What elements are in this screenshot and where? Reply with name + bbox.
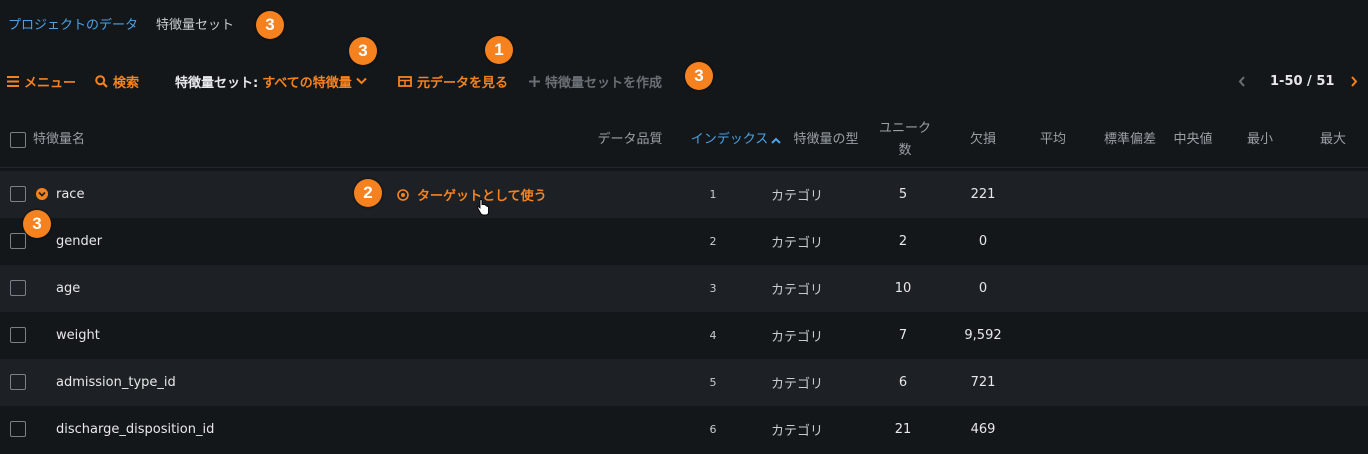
plus-icon <box>529 75 540 87</box>
breadcrumb-feature-set: 特徴量セット <box>156 17 235 33</box>
hand-cursor-icon <box>476 199 490 220</box>
table-row[interactable]: admission_type_id 5 カテゴリ 6 721 <box>0 359 1368 406</box>
search-label: 検索 <box>113 75 140 91</box>
featureset-value: すべての特徴量 <box>262 75 352 91</box>
column-header-std[interactable]: 標準偏差 <box>1092 112 1168 168</box>
callout-badge-3: 3 <box>349 37 377 65</box>
feature-name[interactable]: race <box>56 171 84 218</box>
column-header-median[interactable]: 中央値 <box>1165 112 1221 168</box>
table-row[interactable]: weight 4 カテゴリ 7 9,592 <box>0 312 1368 359</box>
type-cell: カテゴリ <box>771 189 824 204</box>
index-cell: 3 <box>709 282 717 295</box>
feature-name[interactable]: admission_type_id <box>56 359 176 406</box>
missing-cell: 221 <box>970 187 996 202</box>
table-row[interactable]: age 3 カテゴリ 10 0 <box>0 265 1368 312</box>
table-icon <box>398 75 412 87</box>
unique-cell: 2 <box>898 234 908 249</box>
column-header-name[interactable]: 特徴量名 <box>33 112 85 168</box>
row-checkbox[interactable] <box>10 186 26 202</box>
index-cell: 1 <box>709 188 717 201</box>
callout-badge-3: 3 <box>685 62 713 90</box>
target-icon <box>397 188 409 201</box>
prev-page-button[interactable] <box>1238 66 1246 96</box>
index-cell: 5 <box>709 376 717 389</box>
view-raw-label: 元データを見る <box>417 75 509 91</box>
feature-name[interactable]: discharge_disposition_id <box>56 406 214 453</box>
toolbar: メニュー 検索 特徴量セット: すべての特徴量 元データを見る 特徴量セットを作… <box>0 66 1368 96</box>
index-cell: 4 <box>709 329 717 342</box>
menu-label: メニュー <box>24 75 77 91</box>
feature-name[interactable]: weight <box>56 312 100 359</box>
unique-cell: 6 <box>898 375 908 390</box>
column-header-index-label: インデックス <box>690 132 769 147</box>
next-page-button[interactable] <box>1350 66 1358 96</box>
view-raw-data-button[interactable]: 元データを見る <box>398 66 508 96</box>
missing-cell: 9,592 <box>964 328 1002 343</box>
callout-badge-3: 3 <box>256 11 284 39</box>
table-row[interactable]: discharge_disposition_id 6 カテゴリ 21 469 <box>0 406 1368 453</box>
column-header-index[interactable]: インデックス <box>684 112 788 168</box>
missing-cell: 469 <box>970 422 996 437</box>
featureset-selector[interactable]: 特徴量セット: すべての特徴量 <box>175 66 367 96</box>
column-header-mean[interactable]: 平均 <box>1028 112 1078 168</box>
expand-icon[interactable] <box>36 188 48 200</box>
featureset-prefix: 特徴量セット: <box>175 75 259 91</box>
chevron-left-icon <box>1238 72 1246 91</box>
create-set-label: 特徴量セットを作成 <box>545 75 663 91</box>
use-as-target-button[interactable]: ターゲットとして使う <box>397 171 547 218</box>
missing-cell: 721 <box>970 375 996 390</box>
column-header-missing[interactable]: 欠損 <box>958 112 1008 168</box>
table-row[interactable]: gender 2 カテゴリ 2 0 <box>0 218 1368 265</box>
column-header-type[interactable]: 特徴量の型 <box>788 112 864 168</box>
row-checkbox[interactable] <box>10 280 26 296</box>
feature-name[interactable]: age <box>56 265 80 312</box>
callout-badge-2: 2 <box>354 179 382 207</box>
row-checkbox[interactable] <box>10 233 26 249</box>
callout-badge-1: 1 <box>485 36 513 64</box>
table-row[interactable]: race ターゲットとして使う 1 カテゴリ 5 221 <box>0 171 1368 218</box>
column-header-unique-line2: 数 <box>898 143 912 158</box>
chevron-right-icon <box>1350 72 1358 91</box>
search-button[interactable]: 検索 <box>95 66 139 96</box>
search-icon <box>95 74 108 88</box>
index-cell: 2 <box>709 235 717 248</box>
type-cell: カテゴリ <box>771 377 824 392</box>
row-checkbox[interactable] <box>10 421 26 437</box>
pagination-text: 1-50 / 51 <box>1270 73 1335 89</box>
breadcrumb-project-data-link[interactable]: プロジェクトのデータ <box>8 14 138 33</box>
table-header: 特徴量名 データ品質 インデックス 特徴量の型 ユニーク 数 欠損 平均 標準偏… <box>0 112 1368 168</box>
unique-cell: 5 <box>898 187 908 202</box>
menu-icon <box>7 75 19 87</box>
missing-cell: 0 <box>978 281 988 296</box>
unique-cell: 10 <box>894 281 912 296</box>
breadcrumb: プロジェクトのデータ 特徴量セット <box>8 12 234 34</box>
type-cell: カテゴリ <box>771 236 824 251</box>
column-header-max[interactable]: 最大 <box>1313 112 1353 168</box>
menu-button[interactable]: メニュー <box>7 66 76 96</box>
chevron-down-icon <box>356 77 367 85</box>
select-all-checkbox[interactable] <box>10 132 26 148</box>
type-cell: カテゴリ <box>771 283 824 298</box>
column-header-unique-line1: ユニーク <box>878 121 931 136</box>
column-header-unique[interactable]: ユニーク 数 <box>878 112 932 168</box>
type-cell: カテゴリ <box>771 424 824 439</box>
unique-cell: 7 <box>898 328 908 343</box>
sort-up-icon <box>771 137 782 144</box>
unique-cell: 21 <box>894 422 912 437</box>
feature-name[interactable]: gender <box>56 218 102 265</box>
row-checkbox[interactable] <box>10 374 26 390</box>
create-featureset-button[interactable]: 特徴量セットを作成 <box>529 66 662 96</box>
column-header-min[interactable]: 最小 <box>1240 112 1280 168</box>
type-cell: カテゴリ <box>771 330 824 345</box>
row-checkbox[interactable] <box>10 327 26 343</box>
column-header-quality[interactable]: データ品質 <box>588 112 672 168</box>
missing-cell: 0 <box>978 234 988 249</box>
index-cell: 6 <box>709 423 717 436</box>
